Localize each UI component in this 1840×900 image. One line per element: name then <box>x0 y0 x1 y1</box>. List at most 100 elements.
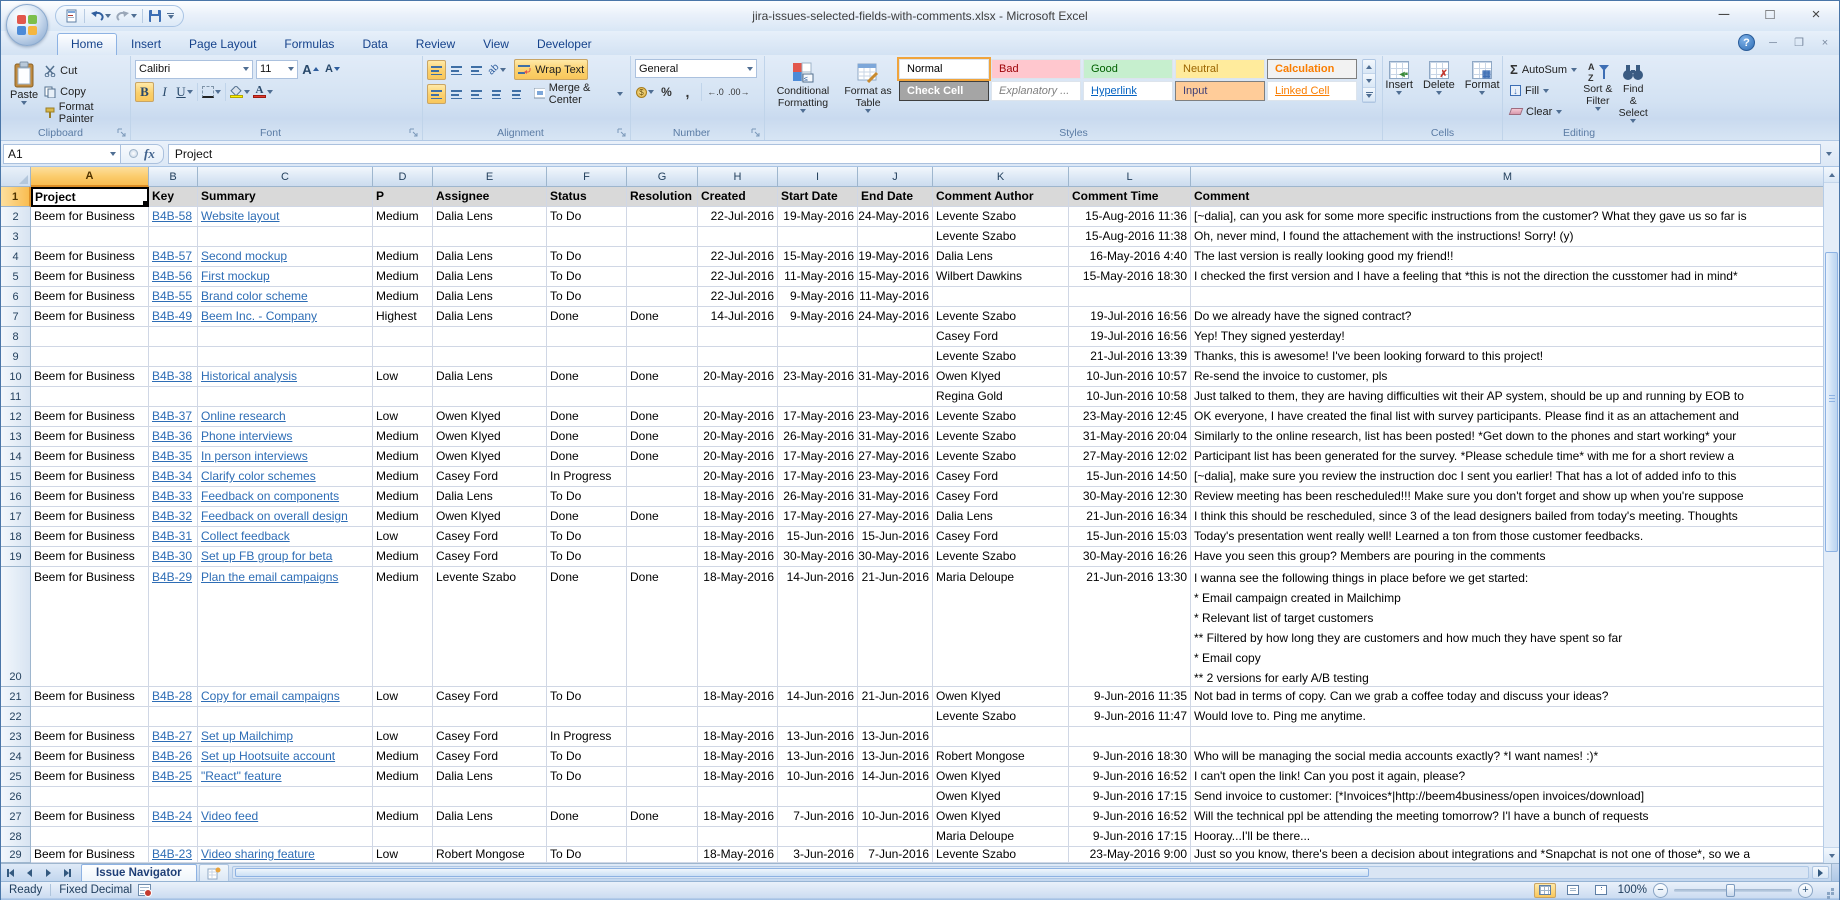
cell-j6[interactable]: 11-May-2016 <box>858 287 933 307</box>
style-bad[interactable]: Bad <box>991 59 1081 79</box>
cell-m21[interactable]: Not bad in terms of copy. Can we grab a … <box>1191 687 1825 707</box>
fill-color-button[interactable] <box>229 82 251 102</box>
cell-b23[interactable]: B4B-27 <box>149 727 198 747</box>
cell-d15[interactable]: Medium <box>373 467 433 487</box>
cell-j22[interactable] <box>858 707 933 727</box>
scroll-up-icon[interactable] <box>1824 167 1840 183</box>
row-header-8[interactable]: 8 <box>1 327 31 347</box>
cell-g16[interactable] <box>627 487 698 507</box>
cell-h28[interactable] <box>698 827 778 847</box>
row-header-20[interactable]: 20 <box>1 567 31 687</box>
cell-c11[interactable] <box>198 387 373 407</box>
alignment-dialog-launcher[interactable] <box>617 128 627 138</box>
cell-j2[interactable]: 24-May-2016 <box>858 207 933 227</box>
cell-i15[interactable]: 17-May-2016 <box>778 467 858 487</box>
cell-j25[interactable]: 14-Jun-2016 <box>858 767 933 787</box>
gallery-more-icon[interactable] <box>1363 88 1375 102</box>
maximize-button[interactable]: □ <box>1757 4 1783 24</box>
cell-m28[interactable]: Hooray...I'll be there... <box>1191 827 1825 847</box>
zoom-out-button[interactable]: − <box>1653 883 1668 898</box>
zoom-in-button[interactable]: + <box>1798 883 1813 898</box>
style-linked-cell[interactable]: Linked Cell <box>1267 81 1357 101</box>
cell-b15[interactable]: B4B-34 <box>149 467 198 487</box>
cell-m15[interactable]: [~dalia], make sure you review the instr… <box>1191 467 1825 487</box>
cell-e9[interactable] <box>433 347 547 367</box>
cell-c18[interactable]: Collect feedback <box>198 527 373 547</box>
cell-g18[interactable] <box>627 527 698 547</box>
tab-data[interactable]: Data <box>348 33 401 55</box>
cell-i2[interactable]: 19-May-2016 <box>778 207 858 227</box>
cell-j21[interactable]: 21-Jun-2016 <box>858 687 933 707</box>
cell-h20[interactable]: 18-May-2016 <box>698 567 778 687</box>
row-header-6[interactable]: 6 <box>1 287 31 307</box>
cell-e26[interactable] <box>433 787 547 807</box>
help-icon[interactable]: ? <box>1738 34 1755 51</box>
cell-c28[interactable] <box>198 827 373 847</box>
row-header-10[interactable]: 10 <box>1 367 31 387</box>
cell-a20[interactable]: Beem for Business <box>31 567 149 687</box>
cell-h25[interactable]: 18-May-2016 <box>698 767 778 787</box>
cell-e29[interactable]: Robert Mongose <box>433 847 547 863</box>
cell-l10[interactable]: 10-Jun-2016 10:57 <box>1069 367 1191 387</box>
italic-button[interactable]: I <box>155 82 174 102</box>
style-good[interactable]: Good <box>1083 59 1173 79</box>
cell-c7[interactable]: Beem Inc. - Company <box>198 307 373 327</box>
cell-g9[interactable] <box>627 347 698 367</box>
wrap-text-button[interactable]: Wrap Text <box>514 59 588 80</box>
close-button[interactable]: × <box>1803 4 1829 24</box>
cell-l6[interactable] <box>1069 287 1191 307</box>
style-normal[interactable]: Normal <box>899 59 989 79</box>
cell-f6[interactable]: To Do <box>547 287 627 307</box>
cell-l22[interactable]: 9-Jun-2016 11:47 <box>1069 707 1191 727</box>
next-sheet-button[interactable] <box>39 864 58 881</box>
cell-a3[interactable] <box>31 227 149 247</box>
cell-e7[interactable]: Dalia Lens <box>433 307 547 327</box>
cell-a8[interactable] <box>31 327 149 347</box>
tab-review[interactable]: Review <box>402 33 469 55</box>
cell-j11[interactable] <box>858 387 933 407</box>
cell-a27[interactable]: Beem for Business <box>31 807 149 827</box>
orientation-button[interactable]: ab <box>487 60 507 80</box>
cell-b13[interactable]: B4B-36 <box>149 427 198 447</box>
cell-g26[interactable] <box>627 787 698 807</box>
cell-k2[interactable]: Levente Szabo <box>933 207 1069 227</box>
cell-m1[interactable]: Comment <box>1191 187 1825 207</box>
cell-i22[interactable] <box>778 707 858 727</box>
cell-k14[interactable]: Levente Szabo <box>933 447 1069 467</box>
cell-d13[interactable]: Medium <box>373 427 433 447</box>
cell-l17[interactable]: 21-Jun-2016 16:34 <box>1069 507 1191 527</box>
align-right-button[interactable] <box>467 84 486 104</box>
cell-g7[interactable]: Done <box>627 307 698 327</box>
style-hyperlink[interactable]: Hyperlink <box>1083 81 1173 101</box>
cell-f25[interactable]: To Do <box>547 767 627 787</box>
row-header-27[interactable]: 27 <box>1 807 31 827</box>
row-header-18[interactable]: 18 <box>1 527 31 547</box>
cell-f1[interactable]: Status <box>547 187 627 207</box>
number-dialog-launcher[interactable] <box>751 128 761 138</box>
row-header-17[interactable]: 17 <box>1 507 31 527</box>
cell-f28[interactable] <box>547 827 627 847</box>
cell-h14[interactable]: 20-May-2016 <box>698 447 778 467</box>
cell-b27[interactable]: B4B-24 <box>149 807 198 827</box>
minimize-button[interactable]: ─ <box>1711 4 1737 24</box>
cell-i19[interactable]: 30-May-2016 <box>778 547 858 567</box>
cell-k19[interactable]: Levente Szabo <box>933 547 1069 567</box>
cell-f9[interactable] <box>547 347 627 367</box>
formula-input[interactable]: Project <box>168 144 1821 164</box>
cell-e27[interactable]: Dalia Lens <box>433 807 547 827</box>
cell-a6[interactable]: Beem for Business <box>31 287 149 307</box>
cell-i9[interactable] <box>778 347 858 367</box>
cell-f2[interactable]: To Do <box>547 207 627 227</box>
cell-a14[interactable]: Beem for Business <box>31 447 149 467</box>
cell-l11[interactable]: 10-Jun-2016 10:58 <box>1069 387 1191 407</box>
cell-g28[interactable] <box>627 827 698 847</box>
cell-a1[interactable]: Project <box>31 187 149 207</box>
cell-c26[interactable] <box>198 787 373 807</box>
column-header-d[interactable]: D <box>373 167 433 187</box>
cell-h1[interactable]: Created <box>698 187 778 207</box>
column-header-h[interactable]: H <box>698 167 778 187</box>
cell-h12[interactable]: 20-May-2016 <box>698 407 778 427</box>
cell-f8[interactable] <box>547 327 627 347</box>
cell-g29[interactable] <box>627 847 698 863</box>
column-header-l[interactable]: L <box>1069 167 1191 187</box>
